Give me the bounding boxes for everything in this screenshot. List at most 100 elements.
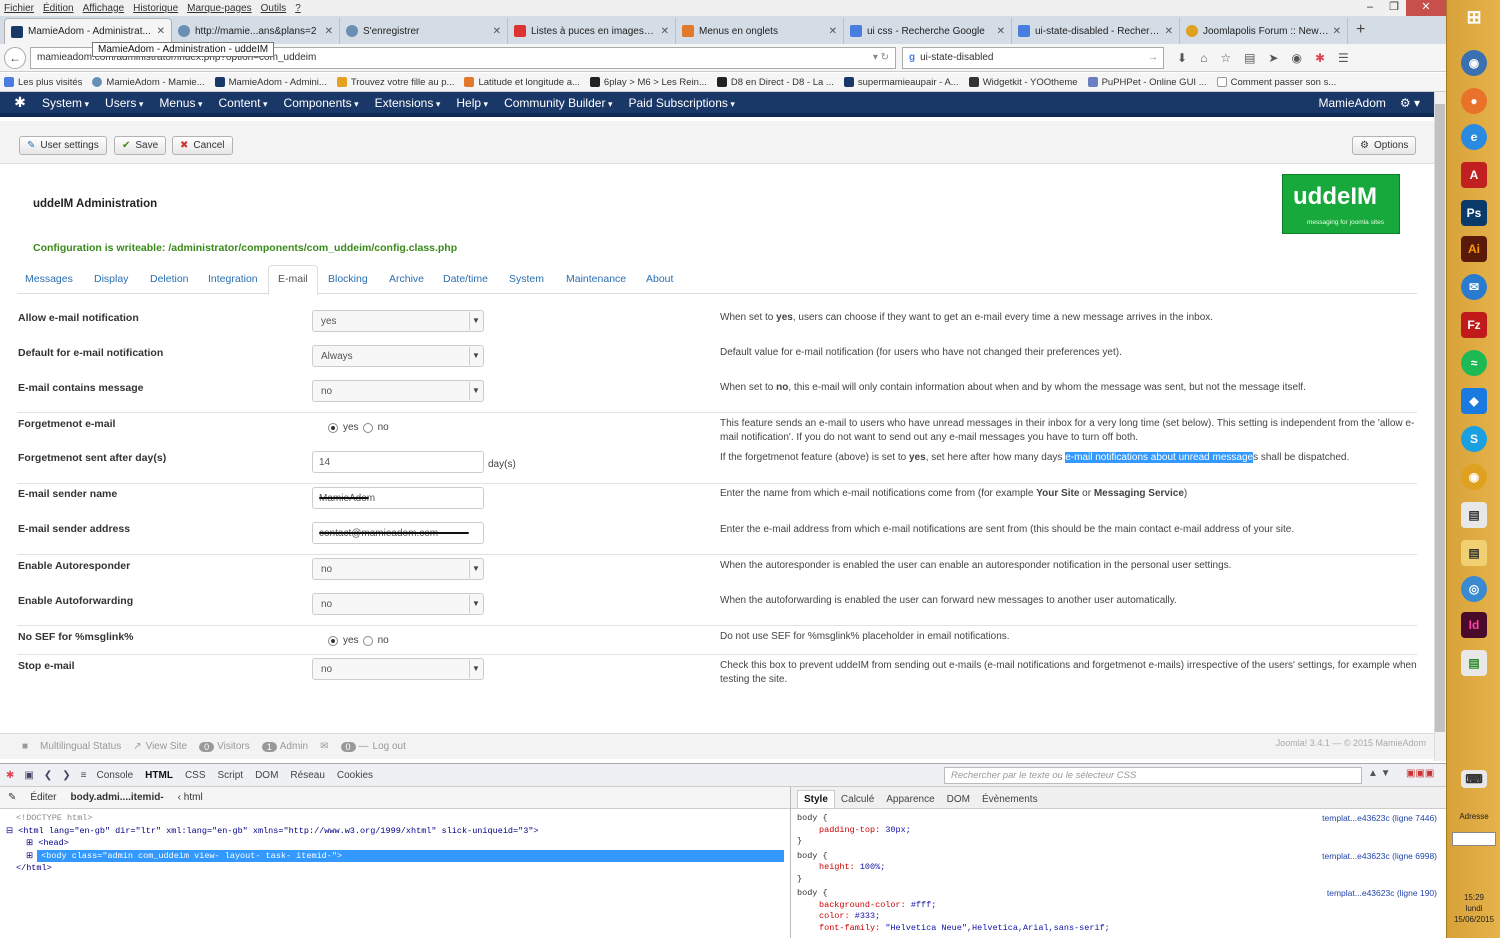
menu-system[interactable]: System xyxy=(42,96,89,110)
close-tab-icon[interactable]: ✕ xyxy=(325,26,333,37)
bookmark-item[interactable]: Trouvez votre fille au p... xyxy=(336,77,454,88)
breadcrumb-body[interactable]: body.admi....itemid- xyxy=(71,792,164,803)
search-nav-icon[interactable]: ▲ ▼ xyxy=(1368,768,1391,779)
bookmark-item[interactable]: MamieAdom - Mamie... xyxy=(92,77,205,88)
search-go-icon[interactable]: → xyxy=(1148,52,1158,63)
cancel-button[interactable]: ✖ Cancel xyxy=(172,136,233,155)
new-tab-icon[interactable]: + xyxy=(1348,21,1373,39)
search-bar[interactable]: g ui-state-disabled → xyxy=(902,46,1164,69)
fb-side-tab-dom[interactable]: DOM xyxy=(941,791,976,808)
menu-marque-pages[interactable]: Marque-pages xyxy=(187,3,251,14)
back-icon[interactable]: ❮ xyxy=(44,770,52,781)
css-source-link[interactable]: templat...e43623c (ligne 7446) xyxy=(1322,813,1437,825)
forward-icon[interactable]: ❯ xyxy=(62,770,70,781)
fb-tab-console[interactable]: Console xyxy=(96,770,133,781)
tab-about[interactable]: About xyxy=(646,273,673,285)
bookmark-item[interactable]: Widgetkit - YOOtheme xyxy=(968,77,1078,88)
autoforwarding-select[interactable]: no ▼ xyxy=(312,593,484,615)
acrobat-icon[interactable]: A xyxy=(1461,162,1487,188)
head-node[interactable]: ⊞ <head> xyxy=(26,837,784,850)
close-tab-icon[interactable]: ✕ xyxy=(1165,26,1173,37)
close-tab-icon[interactable]: ✕ xyxy=(661,26,669,37)
joomla-logo-icon[interactable]: ✱ xyxy=(8,94,32,111)
tab-email[interactable]: E-mail xyxy=(268,265,318,295)
browser-tab[interactable]: MamieAdom - Administrat... ✕ xyxy=(4,18,172,44)
menu-outils[interactable]: Outils xyxy=(261,3,287,14)
breadcrumb-html[interactable]: ‹ html xyxy=(178,792,217,803)
css-source-link[interactable]: templat...e43623c (ligne 190) xyxy=(1327,888,1437,900)
fb-tab-html[interactable]: HTML xyxy=(145,770,173,781)
browser-tab[interactable]: Listes à puces en images a... ✕ xyxy=(508,18,676,44)
menu-fichier[interactable]: Fichier xyxy=(4,3,34,14)
tab-display[interactable]: Display xyxy=(94,273,128,285)
user-settings-button[interactable]: ✎ User settings xyxy=(19,136,107,155)
close-tab-icon[interactable]: ✕ xyxy=(1333,26,1341,37)
browser-tab[interactable]: ui css - Recherche Google ✕ xyxy=(844,18,1012,44)
minimize-icon[interactable]: – xyxy=(1358,0,1382,16)
menu-edition[interactable]: Édition xyxy=(43,3,74,14)
thunderbird-icon[interactable]: ✉ xyxy=(1461,274,1487,300)
close-window-icon[interactable]: ✕ xyxy=(1406,0,1446,16)
firefox-icon[interactable]: ● xyxy=(1461,88,1487,114)
tab-integration[interactable]: Integration xyxy=(208,273,258,285)
sender-name-input[interactable]: MamieAdom xyxy=(312,487,484,509)
photoshop-icon[interactable]: Ps xyxy=(1461,200,1487,226)
address-input[interactable] xyxy=(1452,832,1496,846)
network-icon[interactable]: ◎ xyxy=(1461,576,1487,602)
radio-yes[interactable] xyxy=(328,422,338,433)
radio-yes[interactable] xyxy=(328,635,338,646)
tab-blocking[interactable]: Blocking xyxy=(328,273,368,285)
browser-tab[interactable]: Joomlapolis Forum :: New ... ✕ xyxy=(1180,18,1348,44)
bookmark-item[interactable]: Comment passer son s... xyxy=(1216,77,1336,88)
css-source-link[interactable]: templat...e43623c (ligne 6998) xyxy=(1322,851,1437,863)
bookmark-item[interactable]: 6play > M6 > Les Rein... xyxy=(589,77,707,88)
tab-system[interactable]: System xyxy=(509,273,544,285)
tab-deletion[interactable]: Deletion xyxy=(150,273,189,285)
bookmark-item[interactable]: Les plus visités xyxy=(4,77,82,88)
bookmark-star-icon[interactable]: ☆ xyxy=(1220,51,1231,65)
bookmark-item[interactable]: MamieAdom - Admini... xyxy=(214,77,327,88)
browser-tab[interactable]: ui-state-disabled - Recherc... ✕ xyxy=(1012,18,1180,44)
fb-tab-cookies[interactable]: Cookies xyxy=(337,770,373,781)
chat-icon[interactable]: ◉ xyxy=(1291,51,1301,65)
logout-link[interactable]: Log out xyxy=(373,741,406,752)
spotify-icon[interactable]: ≈ xyxy=(1461,350,1487,376)
chrome-icon[interactable]: ◉ xyxy=(1461,464,1487,490)
window-app-icon[interactable]: ▤ xyxy=(1461,502,1487,528)
html-node[interactable]: ⊟ <html lang="en-gb" dir="ltr" xml:lang=… xyxy=(6,825,784,838)
menu-content[interactable]: Content xyxy=(218,96,267,110)
back-icon[interactable]: ← xyxy=(4,46,26,69)
contains-message-select[interactable]: no ▼ xyxy=(312,380,484,402)
menu-icon[interactable]: ☰ xyxy=(1338,51,1349,65)
tab-messages[interactable]: Messages xyxy=(25,273,73,285)
radio-no[interactable] xyxy=(362,635,373,646)
browser-tab[interactable]: S'enregistrer ✕ xyxy=(340,18,508,44)
tab-archive[interactable]: Archive xyxy=(389,273,424,285)
filezilla-icon[interactable]: Fz xyxy=(1461,312,1487,338)
fb-search-input[interactable]: Rechercher par le texte ou le sélecteur … xyxy=(944,767,1362,784)
home-icon[interactable]: ⌂ xyxy=(1200,51,1207,65)
sender-address-input[interactable]: contact@mamieadom.com xyxy=(312,522,484,544)
site-name-link[interactable]: MamieAdom xyxy=(1319,96,1386,110)
save-button[interactable]: ✔ Save xyxy=(114,136,167,155)
menu-users[interactable]: Users xyxy=(105,96,143,110)
fb-side-tab-layout[interactable]: Apparence xyxy=(880,791,940,808)
menu-community-builder[interactable]: Community Builder xyxy=(504,96,612,110)
edit-icon[interactable]: ✎ xyxy=(8,792,16,803)
autoresponder-select[interactable]: no ▼ xyxy=(312,558,484,580)
fb-tab-network[interactable]: Réseau xyxy=(290,770,324,781)
tab-maintenance[interactable]: Maintenance xyxy=(566,273,626,285)
internet-explorer-icon[interactable]: e xyxy=(1461,124,1487,150)
menu-help[interactable]: ? xyxy=(295,3,301,14)
menu-components[interactable]: Components xyxy=(284,96,359,110)
fb-side-tab-style[interactable]: Style xyxy=(797,790,835,808)
firebug-icon[interactable]: ✱ xyxy=(6,770,14,781)
windows-start-icon[interactable]: ⊞ xyxy=(1461,4,1487,30)
allow-notification-select[interactable]: yes ▼ xyxy=(312,310,484,332)
fb-side-tab-events[interactable]: Évènements xyxy=(976,791,1044,808)
view-site-link[interactable]: View Site xyxy=(146,741,188,752)
skype-icon[interactable]: S xyxy=(1461,426,1487,452)
menu-extensions[interactable]: Extensions xyxy=(375,96,441,110)
list-icon[interactable]: ≡ xyxy=(81,770,87,781)
fb-tab-script[interactable]: Script xyxy=(218,770,244,781)
